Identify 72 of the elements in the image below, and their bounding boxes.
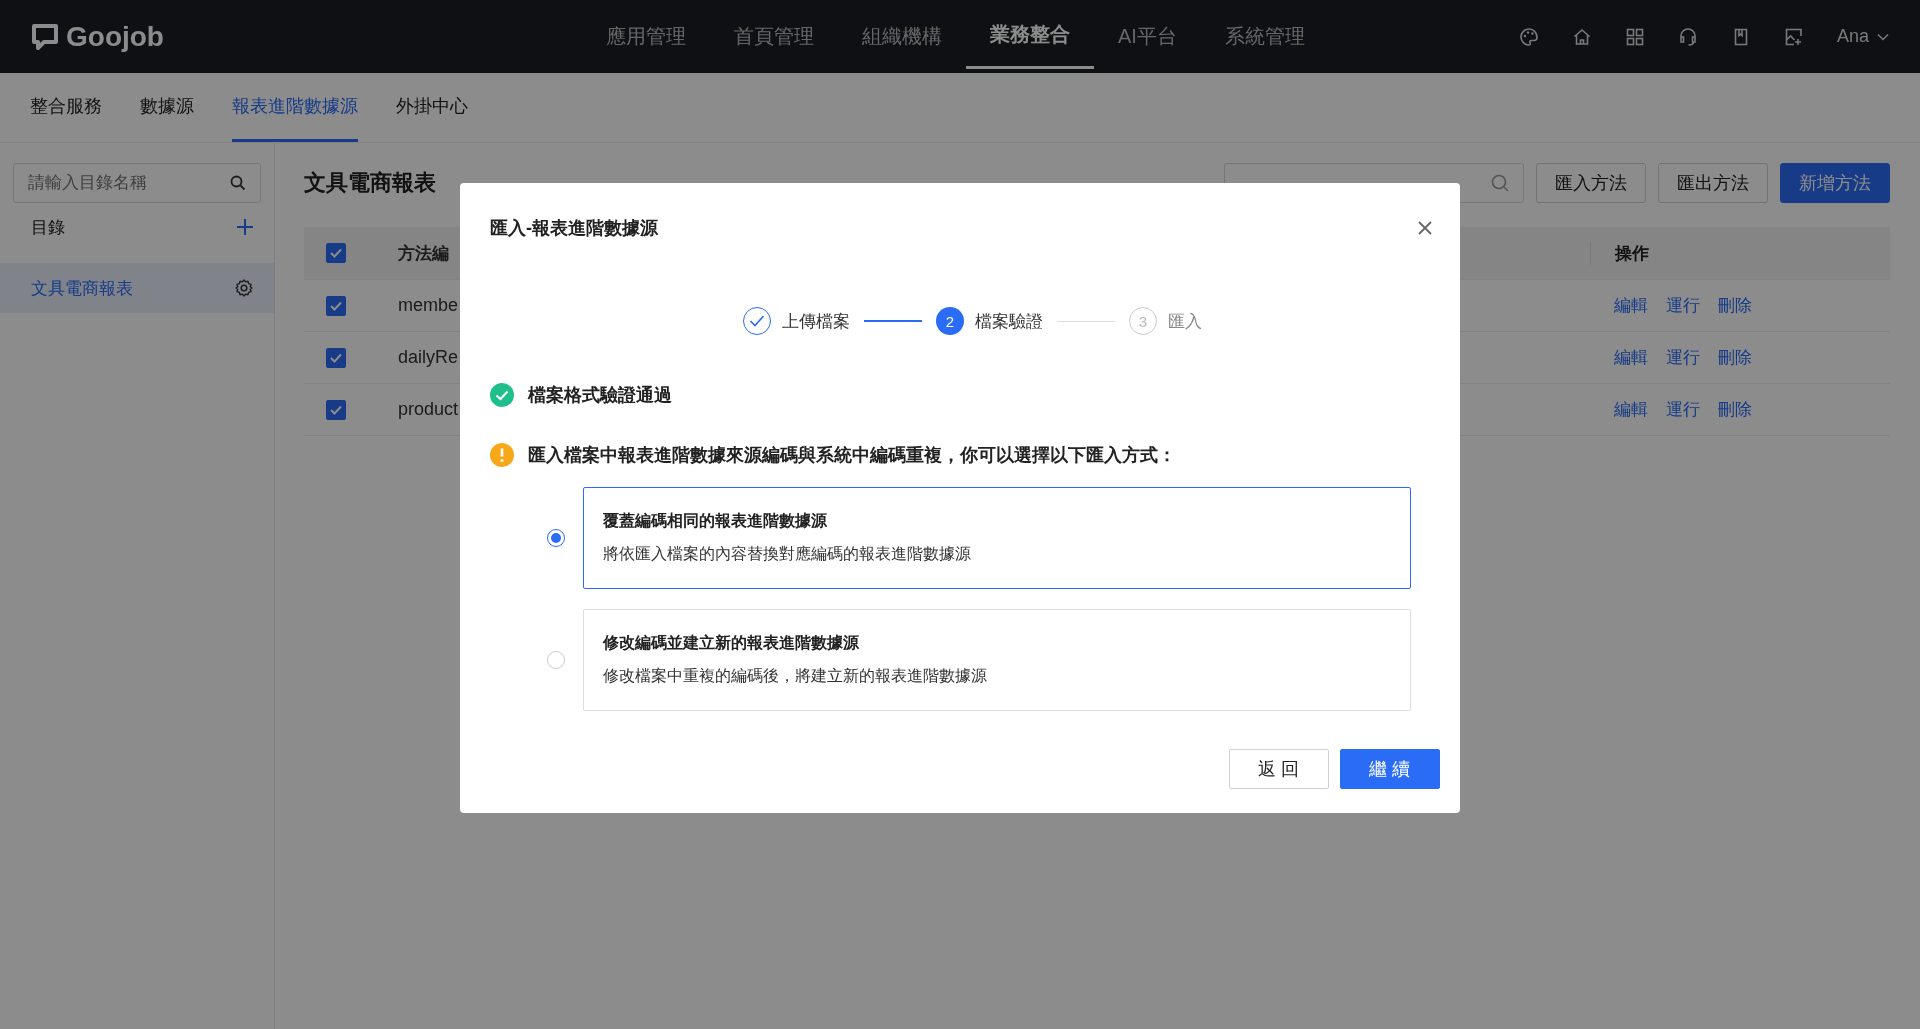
checkmark-icon	[330, 352, 342, 363]
page-title: 文具電商報表	[304, 169, 436, 197]
action-link[interactable]: 運行	[1666, 398, 1700, 421]
message-text: 檔案格式驗證通過	[528, 384, 672, 407]
sub-tab[interactable]: 數據源	[140, 73, 194, 142]
table-cell: membe	[398, 295, 459, 316]
image-add-icon[interactable]	[1783, 26, 1804, 47]
step-label: 匯入	[1168, 310, 1202, 333]
action-link[interactable]: 刪除	[1718, 398, 1752, 421]
logo-text: Goojob	[66, 20, 164, 53]
action-link[interactable]: 運行	[1666, 346, 1700, 369]
option-description: 修改檔案中重複的編碼後，將建立新的報表進階數據源	[603, 666, 988, 686]
row-checkbox[interactable]	[326, 347, 346, 368]
row-checkbox[interactable]	[326, 295, 346, 316]
option-title: 修改編碼並建立新的報表進階數據源	[603, 633, 860, 653]
row-checkbox[interactable]	[326, 399, 346, 420]
search-field[interactable]: 請輸入目錄名稱	[13, 163, 261, 203]
step-connector	[1057, 320, 1115, 322]
select-all-checkbox[interactable]	[326, 243, 346, 263]
action-link[interactable]: 編輯	[1614, 346, 1648, 369]
step-label: 上傳檔案	[782, 310, 850, 333]
sub-tab[interactable]: 外掛中心	[396, 73, 468, 142]
checkmark-icon	[330, 404, 342, 415]
action-link[interactable]: 編輯	[1614, 294, 1648, 317]
settings-icon[interactable]	[234, 278, 254, 298]
column-header: 操作	[1590, 241, 1890, 265]
success-check-icon	[490, 383, 514, 407]
dialog-button[interactable]: 返 回	[1229, 749, 1329, 789]
table-cell: product	[398, 399, 459, 420]
home-icon[interactable]	[1571, 26, 1592, 47]
nav-tab[interactable]: 首頁管理	[710, 0, 838, 73]
action-link[interactable]: 編輯	[1614, 398, 1648, 421]
nav-tab[interactable]: 系統管理	[1200, 0, 1329, 73]
toolbar-button[interactable]: 新增方法	[1780, 163, 1890, 203]
checkmark-icon	[330, 248, 342, 258]
headset-icon[interactable]	[1677, 26, 1698, 47]
action-link[interactable]: 刪除	[1718, 294, 1752, 317]
nav-tab[interactable]: 組織機構	[838, 0, 966, 73]
table-cell: dailyRe	[398, 347, 459, 368]
action-link[interactable]: 運行	[1666, 294, 1700, 317]
sub-tab[interactable]: 整合服務	[30, 73, 102, 142]
option-card[interactable]: 修改編碼並建立新的報表進階數據源 修改檔案中重複的編碼後，將建立新的報表進階數據源	[583, 609, 1411, 711]
step-number: 2	[936, 307, 964, 335]
option-card[interactable]: 覆蓋編碼相同的報表進階數據源 將依匯入檔案的內容替換對應編碼的報表進階數據源	[583, 487, 1411, 589]
toolbar-button[interactable]: 匯入方法	[1536, 163, 1646, 203]
step-connector	[864, 320, 922, 322]
search-icon	[229, 174, 247, 192]
user-menu[interactable]: Ana	[1836, 26, 1869, 47]
directory-heading: 目錄	[31, 216, 65, 239]
grid-icon[interactable]	[1624, 26, 1645, 47]
step-label: 檔案驗證	[975, 310, 1043, 333]
add-icon[interactable]	[236, 218, 254, 236]
option-description: 將依匯入檔案的內容替換對應編碼的報表進階數據源	[603, 544, 972, 564]
checkmark-icon	[330, 300, 342, 311]
nav-tab[interactable]: 應用管理	[582, 0, 710, 73]
dialog-title: 匯入-報表進階數據源	[490, 217, 658, 240]
action-link[interactable]: 刪除	[1718, 346, 1752, 369]
chat-bubble-icon	[30, 21, 60, 52]
sub-tab[interactable]: 報表進階數據源	[232, 73, 358, 142]
close-icon[interactable]	[1417, 220, 1433, 236]
toolbar-button[interactable]: 匯出方法	[1658, 163, 1768, 203]
directory-item[interactable]: 文具電商報表	[0, 263, 274, 313]
nav-tab[interactable]: AI平台	[1094, 0, 1201, 73]
nav-tab[interactable]: 業務整合	[966, 0, 1094, 69]
palette-icon[interactable]	[1518, 26, 1539, 47]
dialog-button[interactable]: 繼 續	[1340, 749, 1440, 789]
directory-label: 文具電商報表	[31, 277, 133, 300]
column-header: 方法編	[398, 242, 449, 265]
option-title: 覆蓋編碼相同的報表進階數據源	[603, 511, 828, 531]
search-icon	[1490, 173, 1510, 193]
message-text: 匯入檔案中報表進階數據來源編碼與系統中編碼重複，你可以選擇以下匯入方式：	[528, 444, 1176, 467]
warning-icon	[490, 443, 514, 467]
